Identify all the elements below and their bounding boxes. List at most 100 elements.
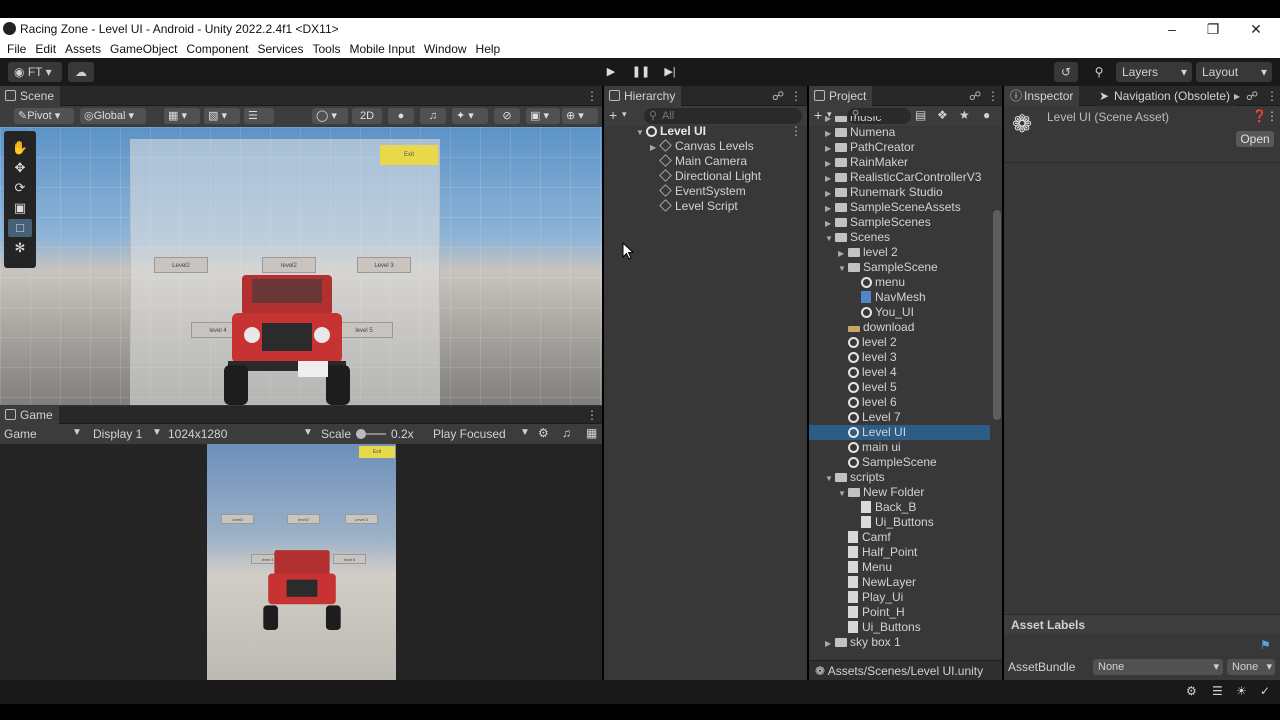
hierarchy-item[interactable]: EventSystem bbox=[659, 184, 746, 199]
resolution-dropdown[interactable]: 1024x1280 bbox=[168, 427, 227, 441]
project-scrollbar[interactable] bbox=[993, 210, 1001, 420]
menu-help[interactable]: Help bbox=[476, 42, 501, 56]
project-item[interactable]: ▼ Scenes bbox=[809, 230, 990, 245]
project-item[interactable]: ▶ Numena bbox=[809, 125, 990, 140]
tab-scene[interactable]: Scene bbox=[0, 86, 61, 106]
rect-tool-icon[interactable]: □ bbox=[8, 219, 32, 237]
layout-dropdown[interactable]: Layout ▾ bbox=[1196, 62, 1272, 82]
play-mode-dropdown[interactable]: Play Focused bbox=[433, 427, 506, 441]
menu-tools[interactable]: Tools bbox=[312, 42, 340, 56]
kebab-menu-icon[interactable]: ⋮ bbox=[987, 89, 999, 103]
rotate-tool-icon[interactable]: ⟳ bbox=[8, 179, 32, 197]
project-item[interactable]: Half_Point bbox=[809, 545, 990, 560]
project-item[interactable]: ▶ SampleScenes bbox=[809, 215, 990, 230]
project-item[interactable]: Level UI bbox=[809, 425, 990, 440]
hierarchy-root[interactable]: ▼ Level UI bbox=[636, 124, 706, 139]
assetbundle-dropdown[interactable]: None ▾ bbox=[1093, 659, 1223, 675]
restore-icon[interactable]: ❐ bbox=[1193, 18, 1233, 40]
expand-arrow-icon[interactable]: ▶ bbox=[825, 156, 835, 171]
hierarchy-item[interactable]: Level Script bbox=[659, 199, 738, 214]
align-dropdown[interactable]: ☰ bbox=[244, 108, 274, 124]
play-button[interactable]: ▶ bbox=[598, 63, 624, 81]
project-item[interactable]: Camf bbox=[809, 530, 990, 545]
layers-stack-icon[interactable]: ☰ bbox=[1212, 684, 1223, 698]
tab-project[interactable]: Project bbox=[809, 86, 873, 106]
assetbundle-variant-dropdown[interactable]: None ▾ bbox=[1227, 659, 1275, 675]
kebab-menu-icon[interactable]: ⋮ bbox=[790, 89, 802, 103]
kebab-menu-icon[interactable]: ⋮ bbox=[1266, 89, 1278, 103]
camera-dropdown[interactable]: ▣ ▾ bbox=[526, 108, 560, 124]
minimize-icon[interactable]: – bbox=[1152, 18, 1192, 40]
search-button[interactable]: ⚲ bbox=[1086, 62, 1112, 82]
project-item[interactable]: level 3 bbox=[809, 350, 990, 365]
tab-navigation[interactable]: ➤ Navigation (Obsolete) bbox=[1094, 86, 1237, 106]
project-item[interactable]: ▶ sky box 1 bbox=[809, 635, 990, 650]
menu-file[interactable]: File bbox=[7, 42, 26, 56]
project-item[interactable]: ▼ New Folder bbox=[809, 485, 990, 500]
scene-viewport[interactable]: Exit Level2 level2 Level 3 level 4 level… bbox=[0, 127, 602, 405]
project-item[interactable]: NewLayer bbox=[809, 575, 990, 590]
project-item[interactable]: level 5 bbox=[809, 380, 990, 395]
collaborate-check-icon[interactable]: ✓ bbox=[1260, 684, 1270, 698]
layers-dropdown[interactable]: Layers ▾ bbox=[1116, 62, 1192, 82]
gizmos-dropdown[interactable]: ⊕ ▾ bbox=[562, 108, 598, 124]
cloud-button[interactable]: ☁ bbox=[68, 62, 94, 82]
project-item[interactable]: menu bbox=[809, 275, 990, 290]
game-viewport[interactable]: Exit Level2 level2 Level 3 level 4 level… bbox=[0, 444, 602, 680]
kebab-menu-icon[interactable]: ⋮ bbox=[586, 89, 598, 103]
menu-window[interactable]: Window bbox=[424, 42, 467, 56]
project-item[interactable]: Back_B bbox=[809, 500, 990, 515]
project-item[interactable]: main ui bbox=[809, 440, 990, 455]
kebab-menu-icon[interactable]: ⋮ bbox=[586, 408, 598, 422]
close-icon[interactable]: ✕ bbox=[1236, 18, 1276, 40]
bug-icon[interactable]: ⚙ bbox=[538, 426, 549, 440]
effects-dropdown[interactable]: ✦ ▾ bbox=[452, 108, 488, 124]
menu-gameobject[interactable]: GameObject bbox=[110, 42, 177, 56]
expand-arrow-icon[interactable]: ▶ bbox=[825, 201, 835, 216]
project-item[interactable]: ▶ music bbox=[809, 116, 990, 125]
lock-icon[interactable]: ☍ bbox=[969, 89, 981, 103]
lock-icon[interactable]: ☍ bbox=[772, 89, 784, 103]
hand-tool-icon[interactable]: ✋ bbox=[8, 139, 32, 157]
visibility-toggle[interactable]: ⊘ bbox=[494, 108, 520, 124]
transform-tool-icon[interactable]: ✻ bbox=[8, 239, 32, 257]
debug-icon[interactable]: ⚙ bbox=[1186, 684, 1197, 698]
expand-arrow-icon[interactable]: ▶ bbox=[825, 171, 835, 186]
project-item[interactable]: Point_H bbox=[809, 605, 990, 620]
account-dropdown[interactable]: ◉ FT ▾ bbox=[8, 62, 62, 82]
pivot-dropdown[interactable]: ✎Pivot ▾ bbox=[14, 108, 74, 124]
project-item[interactable]: Play_Ui bbox=[809, 590, 990, 605]
project-item[interactable]: level 4 bbox=[809, 365, 990, 380]
label-tag-icon[interactable]: ⚑ bbox=[1260, 638, 1271, 652]
hierarchy-search-input[interactable]: ⚲ All bbox=[644, 108, 802, 124]
project-item[interactable]: ▶ SampleSceneAssets bbox=[809, 200, 990, 215]
expand-arrow-icon[interactable]: ▼ bbox=[838, 486, 848, 501]
project-item[interactable]: Level 7 bbox=[809, 410, 990, 425]
menu-component[interactable]: Component bbox=[186, 42, 248, 56]
tab-inspector[interactable]: ⓘ Inspector bbox=[1004, 86, 1080, 106]
shading-dropdown[interactable]: ◯ ▾ bbox=[312, 108, 348, 124]
step-button[interactable]: ▶| bbox=[657, 63, 683, 81]
tab-overflow-icon[interactable]: ▸ bbox=[1234, 89, 1240, 103]
menu-services[interactable]: Services bbox=[257, 42, 303, 56]
project-item[interactable]: ▶ RainMaker bbox=[809, 155, 990, 170]
lighting-toggle[interactable]: ● bbox=[388, 108, 414, 124]
pause-button[interactable]: ❚❚ bbox=[628, 63, 654, 81]
expand-arrow-icon[interactable]: ▶ bbox=[825, 141, 835, 156]
kebab-menu-icon[interactable]: ⋮ bbox=[790, 124, 802, 138]
expand-arrow-icon[interactable]: ▶ bbox=[825, 126, 835, 141]
hierarchy-item[interactable]: Directional Light bbox=[659, 169, 761, 184]
project-item[interactable]: ▼ scripts bbox=[809, 470, 990, 485]
project-item[interactable]: Ui_Buttons bbox=[809, 620, 990, 635]
project-item[interactable]: ▶ RealisticCarControllerV3 bbox=[809, 170, 990, 185]
project-item[interactable]: SampleScene bbox=[809, 455, 990, 470]
project-item[interactable]: ▶ PathCreator bbox=[809, 140, 990, 155]
project-item[interactable]: ▼ SampleScene bbox=[809, 260, 990, 275]
expand-arrow-icon[interactable]: ▼ bbox=[825, 471, 835, 486]
audio-mute-icon[interactable]: ♫ bbox=[562, 426, 571, 440]
global-dropdown[interactable]: ◎Global ▾ bbox=[80, 108, 146, 124]
grid-snap-dropdown[interactable]: ▦ ▾ bbox=[164, 108, 200, 124]
menu-mobile-input[interactable]: Mobile Input bbox=[349, 42, 414, 56]
menu-assets[interactable]: Assets bbox=[65, 42, 101, 56]
lock-icon[interactable]: ☍ bbox=[1246, 89, 1258, 103]
